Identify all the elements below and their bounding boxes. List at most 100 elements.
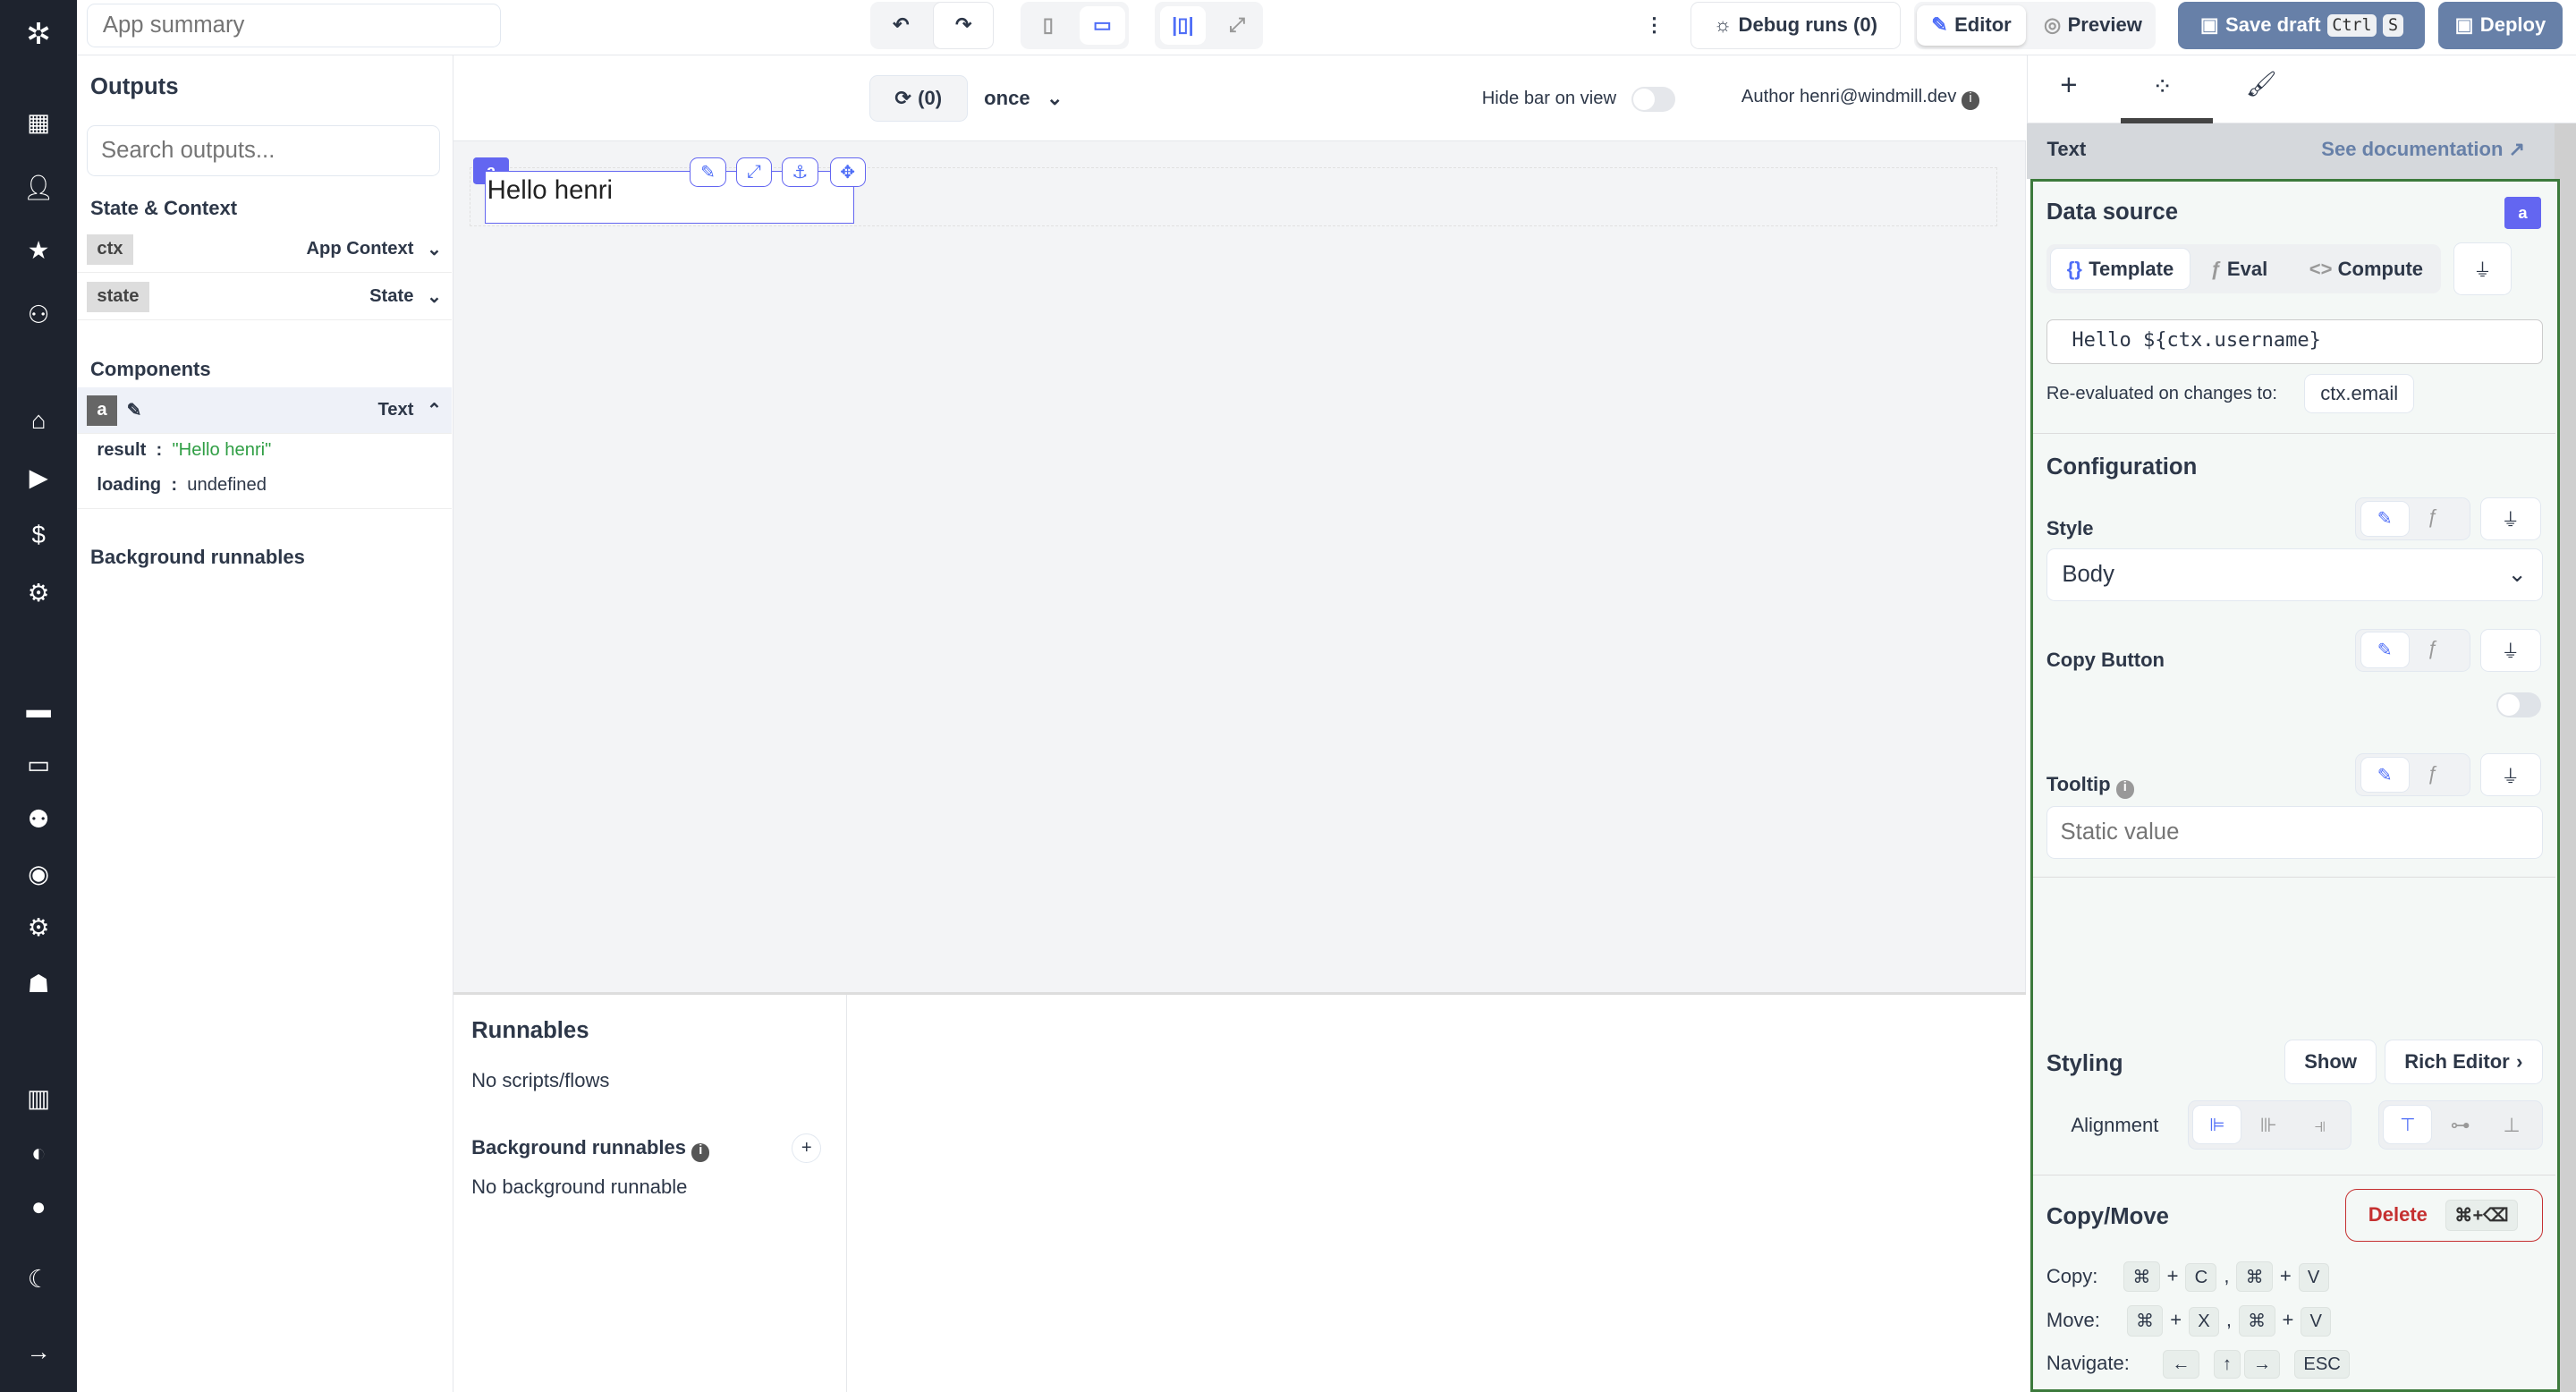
windmill-logo-icon[interactable]: ✲	[0, 16, 77, 52]
component-settings: Data source a {} Template ƒ Eval <> Compu…	[2030, 179, 2560, 1392]
align-top-icon[interactable]: ⊤	[2383, 1105, 2433, 1145]
rich-editor-button[interactable]: Rich Editor ›	[2385, 1039, 2543, 1084]
component-row-a[interactable]: a ✎ Text ⌃	[77, 387, 453, 434]
settings-icon[interactable]: ⚙	[0, 913, 77, 942]
info-icon: i	[2115, 780, 2134, 799]
ctx-tag: ctx	[87, 233, 133, 265]
copy-move-title: Copy/Move	[2046, 1203, 2169, 1229]
eval-tab[interactable]: ƒ Eval	[2211, 258, 2268, 281]
book-icon[interactable]: ▥	[0, 1084, 77, 1113]
compute-tab[interactable]: <> Compute	[2309, 258, 2423, 281]
alignment-label: Alignment	[2071, 1113, 2159, 1136]
user-icon[interactable]: 👤︎	[0, 173, 77, 202]
connect-plug-button[interactable]: ⏚	[2479, 753, 2541, 797]
discord-icon[interactable]: ◐	[0, 1139, 77, 1167]
result-key: result	[97, 440, 147, 461]
hide-bar-label: Hide bar on view	[1481, 89, 1617, 109]
canvas-bar: ⟳ (0) once ⌄ Hide bar on view Author henr…	[453, 55, 2026, 141]
chevron-up-icon: ⌃	[427, 401, 443, 421]
state-label: State	[369, 286, 414, 307]
dashboard-icon[interactable]: ▦	[0, 108, 77, 137]
full-width-icon[interactable]: ⤢	[1214, 6, 1259, 44]
connect-plug-button[interactable]: ⏚	[2479, 497, 2541, 540]
show-styling-button[interactable]: Show	[2284, 1039, 2377, 1084]
function-icon: ƒ	[2210, 257, 2222, 280]
settings-tab-components-icon[interactable]: ⁘	[2152, 72, 2173, 101]
preview-tab[interactable]: ◎ Preview	[2036, 5, 2151, 47]
ctx-row[interactable]: ctx App Context ⌄	[77, 226, 453, 273]
hide-bar-toggle[interactable]	[1631, 87, 1676, 112]
pencil-icon[interactable]: ✎	[127, 399, 142, 421]
github-icon[interactable]: ●	[0, 1193, 77, 1221]
moon-icon[interactable]: ☾	[0, 1265, 77, 1294]
eval-mode-icon[interactable]: ƒ	[2428, 505, 2438, 529]
template-tab[interactable]: {} Template	[2049, 247, 2191, 291]
deploy-button[interactable]: ▣ Deploy	[2437, 1, 2563, 50]
runnables-title: Runnables	[471, 1018, 589, 1044]
play-icon[interactable]: ▶	[0, 463, 77, 492]
bot-icon[interactable]: ☗	[0, 970, 77, 998]
editor-tab[interactable]: ✎ Editor	[1917, 4, 2026, 47]
undo-button[interactable]: ↶	[870, 2, 931, 49]
expand-arrow-icon[interactable]: →	[0, 1337, 77, 1366]
groups-icon[interactable]: ⚉	[0, 805, 77, 834]
dollar-icon[interactable]: $	[0, 521, 77, 549]
calendar-icon[interactable]: ▬	[0, 695, 77, 724]
users-icon[interactable]: ⚇	[0, 301, 77, 329]
save-draft-button[interactable]: ▣ Save draft Ctrl S	[2178, 1, 2425, 50]
move-icon[interactable]: ✥	[829, 157, 866, 188]
state-tag: state	[87, 281, 149, 312]
static-mode-pencil-icon[interactable]: ✎	[2360, 500, 2410, 537]
insert-tab-plus-icon[interactable]: +	[2060, 69, 2077, 103]
no-scripts-text: No scripts/flows	[471, 1069, 610, 1091]
search-outputs-input[interactable]	[87, 124, 441, 176]
runnables-panel: Runnables No scripts/flows Background ru…	[453, 992, 2026, 1392]
delete-button[interactable]: Delete ⌘+⌫	[2345, 1189, 2543, 1242]
align-left-icon[interactable]: ⊫	[2192, 1105, 2242, 1145]
debug-runs-button[interactable]: ☼ Debug runs (0)	[1690, 1, 1902, 50]
state-row[interactable]: state State ⌄	[77, 275, 453, 321]
align-center-icon[interactable]: ⊪	[2260, 1114, 2277, 1137]
static-mode-pencil-icon[interactable]: ✎	[2360, 632, 2410, 668]
resources-icon[interactable]: ⚙	[0, 579, 77, 607]
expand-icon[interactable]: ⤢	[735, 157, 773, 188]
folder-icon[interactable]: ▭	[0, 751, 77, 779]
more-menu-icon[interactable]: ⋮	[1638, 6, 1671, 44]
anchor-icon[interactable]: ⚓︎	[782, 157, 818, 188]
copy-button-label: Copy Button	[2046, 648, 2165, 671]
tooltip-label: Tooltip i	[2046, 773, 2134, 799]
eval-mode-icon[interactable]: ƒ	[2428, 762, 2438, 785]
connect-plug-button[interactable]: ⏚	[2453, 242, 2512, 295]
add-background-runnable-button[interactable]: +	[792, 1133, 822, 1163]
mobile-view-icon[interactable]: ▯	[1025, 6, 1071, 44]
redo-button[interactable]: ↷	[933, 1, 995, 50]
align-bottom-icon[interactable]: ⊥	[2503, 1114, 2520, 1137]
refresh-frequency-select[interactable]: once ⌄	[984, 87, 1063, 110]
connect-plug-button[interactable]: ⏚	[2479, 628, 2541, 672]
fixed-width-icon[interactable]: |▯|	[1159, 6, 1207, 45]
author: Author henri@windmill.dev i	[1741, 87, 1980, 110]
components-header: Components	[90, 358, 211, 381]
edit-icon[interactable]: ✎	[690, 157, 726, 188]
static-mode-pencil-icon[interactable]: ✎	[2360, 757, 2410, 794]
desktop-view-icon[interactable]: ▭	[1079, 6, 1126, 45]
align-right-icon[interactable]: ⫣	[2314, 1114, 2326, 1137]
top-toolbar: ↶ ↷ ▯ ▭ |▯| ⤢ ⋮ ☼Debug runs (0) ✎Editor …	[77, 0, 2576, 56]
refresh-button[interactable]: ⟳ (0)	[869, 75, 968, 122]
chevron-down-icon: ⌄	[2507, 562, 2527, 588]
theme-tab-brush-icon[interactable]: 🖌︎	[2246, 69, 2277, 98]
template-editor[interactable]: Hello ${ctx.username}	[2046, 319, 2543, 365]
ctx-label: App Context	[306, 239, 414, 259]
data-source-title: Data source	[2046, 199, 2178, 225]
style-select[interactable]: Body ⌄	[2046, 547, 2543, 601]
see-documentation-link[interactable]: See documentation ↗	[2321, 138, 2525, 161]
copy-button-toggle[interactable]	[2496, 692, 2541, 717]
home-icon[interactable]: ⌂	[0, 406, 77, 435]
reeval-dependency: ctx.email	[2304, 374, 2415, 414]
eval-mode-icon[interactable]: ƒ	[2428, 637, 2438, 660]
star-icon[interactable]: ★	[0, 236, 77, 265]
eye-icon[interactable]: ◉	[0, 860, 77, 888]
align-middle-icon[interactable]: ⊶	[2451, 1114, 2470, 1137]
app-summary-input[interactable]	[87, 3, 502, 48]
tooltip-input[interactable]	[2046, 806, 2543, 859]
